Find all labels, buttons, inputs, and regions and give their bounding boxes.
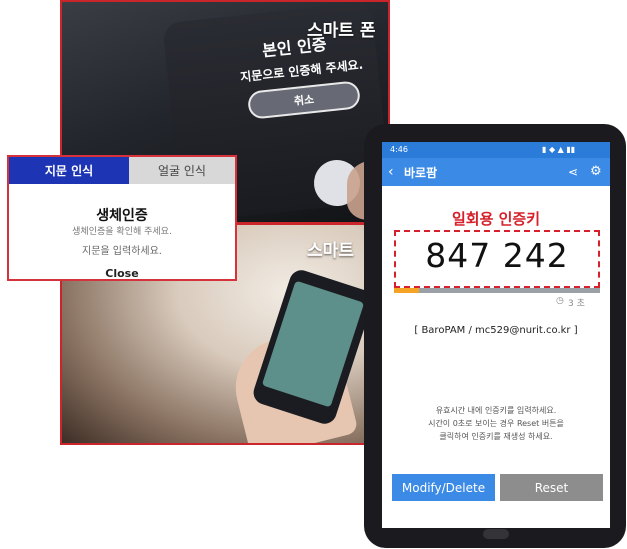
- help-text: 유효시간 내에 인증키를 입력하세요. 시간이 0초로 보이는 경우 Reset…: [382, 404, 610, 443]
- tab-fingerprint[interactable]: 지문 인식: [9, 157, 129, 184]
- clock-icon: ◷: [556, 296, 564, 306]
- help-line-1: 유효시간 내에 인증키를 입력하세요.: [435, 406, 557, 415]
- caption-smart-2: 스마트: [307, 241, 354, 261]
- otp-timer-progress: [394, 288, 600, 293]
- close-button[interactable]: Close: [9, 267, 235, 280]
- timer-remaining: 3 초: [568, 299, 585, 309]
- back-arrow-icon[interactable]: ‹: [388, 164, 402, 180]
- dialog-subtitle: 생체인증을 확인해 주세요.: [72, 227, 172, 237]
- otp-code: 847 242: [425, 236, 569, 275]
- app-bar: ‹ 바로팜 ⋖ ⚙: [382, 158, 610, 186]
- account-label: [ BaroPAM / mc529@nurit.co.kr ]: [414, 325, 578, 336]
- otp-box: 847 242: [394, 230, 600, 288]
- status-time: 4:46: [390, 145, 408, 154]
- app-title: 바로팜: [404, 166, 438, 180]
- dialog-prompt: 지문을 입력하세요.: [82, 246, 162, 257]
- help-line-2: 시간이 0초로 보이는 경우 Reset 버튼을: [428, 419, 564, 428]
- otp-timer-progress-fill: [394, 288, 419, 293]
- gear-icon[interactable]: ⚙: [590, 164, 604, 180]
- app-screen: 4:46 ▮ ◆ ▲ ▮▮ ‹ 바로팜 ⋖ ⚙ 일회용 인증키 847 242 …: [382, 142, 610, 528]
- dialog-title: 생체인증: [96, 208, 148, 224]
- share-icon[interactable]: ⋖: [568, 164, 582, 180]
- home-button[interactable]: [483, 529, 509, 539]
- reset-button[interactable]: Reset: [500, 474, 603, 501]
- otp-heading: 일회용 인증키: [451, 210, 541, 228]
- caption-smartphone: 스마트 폰: [307, 21, 376, 41]
- status-icons: ▮ ◆ ▲ ▮▮: [542, 145, 576, 154]
- modify-delete-button[interactable]: Modify/Delete: [392, 474, 495, 501]
- help-line-3: 클릭하여 인증키를 재생성 하세요.: [439, 432, 553, 441]
- status-bar: 4:46 ▮ ◆ ▲ ▮▮: [382, 142, 610, 158]
- biometric-auth-dialog: 지문 인식 얼굴 인식 생체인증 생체인증을 확인해 주세요. 지문을 입력하세…: [7, 155, 237, 281]
- tab-face[interactable]: 얼굴 인식: [129, 157, 235, 184]
